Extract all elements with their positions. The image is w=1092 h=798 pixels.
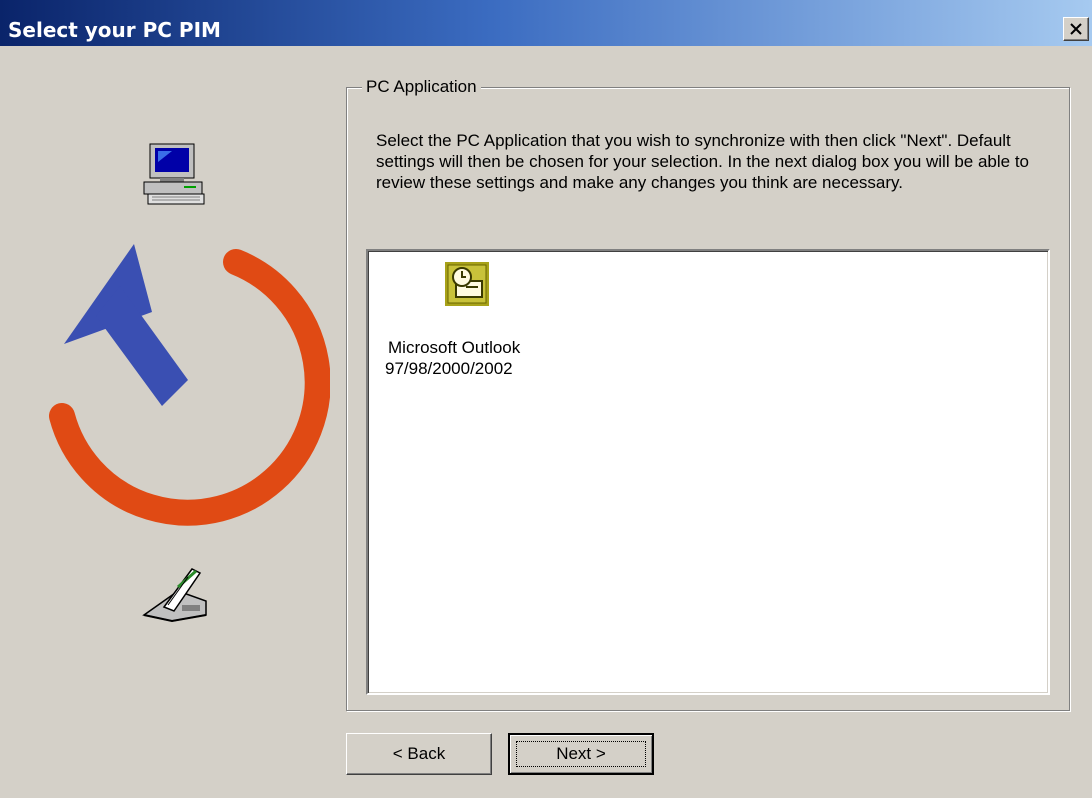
outlook-item-label: Microsoft Outlook 97/98/2000/2002 (370, 337, 570, 379)
title-bar: Select your PC PIM (0, 0, 1092, 46)
pc-computer-icon (143, 143, 205, 205)
sync-arrow-graphic (49, 244, 330, 526)
handheld-cradle-icon (142, 568, 207, 623)
application-list[interactable]: Microsoft Outlook 97/98/2000/2002 (366, 249, 1050, 695)
outlook-icon (445, 262, 489, 306)
back-button-label: < Back (392, 744, 446, 763)
back-button[interactable]: < Back (346, 733, 492, 775)
close-button[interactable] (1063, 17, 1089, 41)
pim-setup-dialog: Select your PC PIM PC Application Select… (0, 0, 1092, 798)
close-icon (1070, 23, 1082, 35)
outlook-name-line2: 97/98/2000/2002 (385, 359, 513, 378)
outlook-name-line1: Microsoft Outlook (388, 338, 521, 357)
next-button[interactable]: Next > (508, 733, 654, 775)
list-item-outlook[interactable]: Microsoft Outlook 97/98/2000/2002 (370, 259, 570, 379)
groupbox-legend: PC Application (362, 76, 481, 98)
window-title: Select your PC PIM (8, 18, 221, 42)
next-button-label: Next > (556, 744, 606, 763)
instructions-text: Select the PC Application that you wish … (376, 131, 1029, 192)
